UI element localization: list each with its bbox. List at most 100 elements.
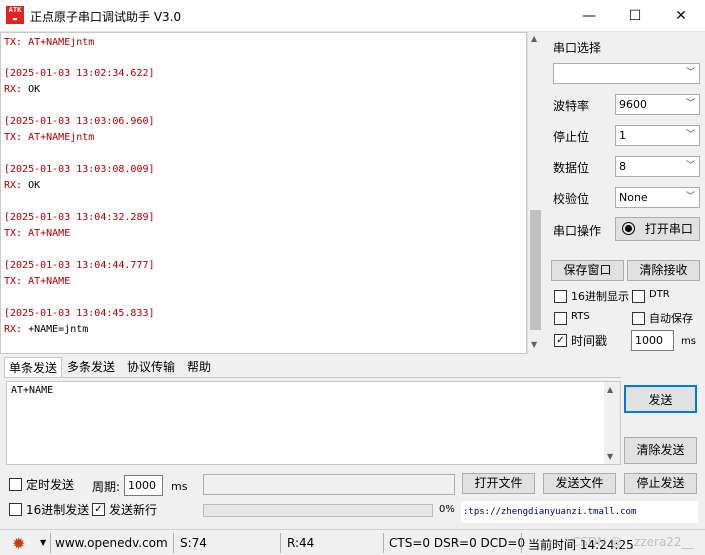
save-window-button[interactable]: 保存窗口 [551,260,624,281]
stop-bits-value: 1 [619,129,626,142]
port-select-label: 串口选择 [553,41,602,55]
rx-text: OK [22,180,41,191]
clear-receive-button[interactable]: 清除接收 [627,260,700,281]
rts-checkbox[interactable] [554,312,567,325]
rx-label: RX: [4,84,23,95]
rx-text: OK [22,84,41,95]
log-line: [2025-01-03 13:04:44.777] [4,260,155,271]
stop-bits-dropdown[interactable]: 1 ﹀ [615,125,700,146]
period-unit: ms [171,480,188,493]
parity-label: 校验位 [553,192,590,206]
log-line: RX: OK [4,84,40,95]
file-path-field[interactable] [203,474,455,495]
chevron-down-icon: ﹀ [685,192,695,202]
timed-send-label: 定时发送 [26,478,75,492]
receive-log[interactable]: TX: AT+NAMEjntm [2025-01-03 13:02:34.622]… [0,32,527,354]
parity-dropdown[interactable]: None ﹀ [615,187,700,208]
record-icon [622,222,635,235]
maximize-button[interactable]: ☐ [612,0,658,32]
scroll-down-icon[interactable]: ▼ [531,340,537,349]
settings-gear-icon[interactable]: ✹ [12,534,25,553]
shop-link[interactable]: :tps://zhengdianyuanzi.tmall.com [461,501,698,523]
status-bar: ✹ ▼ www.openedv.com S:74 R:44 CTS=0 DSR=… [0,529,705,555]
clear-send-button[interactable]: 清除发送 [624,437,697,464]
tab-single-send[interactable]: 单条发送 [4,357,63,378]
chevron-down-icon[interactable]: ▼ [40,538,46,547]
scroll-up-icon[interactable]: ▲ [607,385,613,394]
log-line: [2025-01-03 13:04:45.833] [4,308,155,319]
port-select-dropdown[interactable]: ﹀ [553,63,700,84]
status-separator [173,533,174,553]
log-line: [2025-01-03 13:03:08.009] [4,164,155,175]
send-text-area[interactable]: AT+NAME [6,381,621,465]
log-line: RX: OK [4,180,40,191]
status-separator [50,533,51,553]
title-bar: ATK ▬ 正点原子串口调试助手 V3.0 — ☐ ✕ [0,0,705,32]
log-scroll-thumb[interactable] [530,210,541,330]
rx-label: RX: [4,324,23,335]
data-bits-label: 数据位 [553,161,590,175]
window-title: 正点原子串口调试助手 V3.0 [30,10,182,24]
progress-text: 0% [439,504,455,515]
send-scrollbar[interactable]: ▲ ▼ [604,382,620,464]
scroll-up-icon[interactable]: ▲ [531,34,537,43]
tab-protocol[interactable]: 协议传输 [123,357,179,378]
rx-label: RX: [4,180,23,191]
log-scrollbar[interactable]: ▲ ▼ [527,32,542,354]
open-file-button[interactable]: 打开文件 [462,473,535,494]
newline-checkbox[interactable]: ✓ [92,503,105,516]
minimize-button[interactable]: — [566,0,612,32]
log-line: [2025-01-03 13:02:34.622] [4,68,155,79]
log-line: [2025-01-03 13:04:32.289] [4,212,155,223]
send-file-button[interactable]: 发送文件 [543,473,616,494]
period-label: 周期: [92,480,121,494]
log-line: [2025-01-03 13:03:06.960] [4,116,155,127]
chevron-down-icon: ﹀ [685,130,695,140]
tab-multi-send[interactable]: 多条发送 [63,357,119,378]
status-separator [280,533,281,553]
hex-display-checkbox[interactable] [554,290,567,303]
hex-send-label: 16进制发送 [26,503,90,517]
send-progress-bar [203,504,433,517]
period-field[interactable]: 1000 [124,475,163,496]
watermark: CSDN @__zzera22__ [572,535,694,549]
timestamp-checkbox[interactable]: ✓ [554,334,567,347]
chevron-down-icon: ﹀ [685,68,695,78]
tab-help[interactable]: 帮助 [183,357,215,378]
status-separator [521,533,522,553]
hex-send-checkbox[interactable] [9,503,22,516]
hex-display-label: 16进制显示 [571,290,629,303]
app-logo-icon: ATK ▬ [6,6,24,24]
log-line: TX: AT+NAME [4,276,71,287]
baud-label: 波特率 [553,99,590,113]
parity-value: None [619,191,648,204]
data-bits-dropdown[interactable]: 8 ﹀ [615,156,700,177]
scroll-down-icon[interactable]: ▼ [607,452,613,461]
close-button[interactable]: ✕ [658,0,704,32]
auto-save-label: 自动保存 [649,312,693,325]
sent-count: S:74 [180,536,207,550]
signal-status: CTS=0 DSR=0 DCD=0 [389,536,526,550]
chevron-down-icon: ﹀ [685,99,695,109]
send-button[interactable]: 发送 [624,385,697,413]
stop-send-button[interactable]: 停止发送 [624,473,697,494]
timestamp-label: 时间戳 [571,334,608,348]
timestamp-interval-field[interactable]: 1000 [631,330,674,351]
open-port-button[interactable]: 打开串口 [615,217,700,241]
log-line: TX: AT+NAME [4,228,71,239]
log-line: TX: AT+NAMEjntm [4,37,95,48]
dtr-checkbox[interactable] [632,290,645,303]
dtr-label: DTR [649,289,670,300]
tab-divider [4,377,621,378]
port-op-label: 串口操作 [553,224,602,238]
stop-bits-label: 停止位 [553,130,590,144]
received-count: R:44 [287,536,315,550]
baud-dropdown[interactable]: 9600 ﹀ [615,94,700,115]
rts-label: RTS [571,311,590,322]
website-link[interactable]: www.openedv.com [55,536,168,550]
data-bits-value: 8 [619,160,626,173]
auto-save-checkbox[interactable] [632,312,645,325]
timed-send-checkbox[interactable] [9,478,22,491]
open-port-label: 打开串口 [644,222,693,236]
log-line: RX: +NAME=jntm [4,324,88,335]
